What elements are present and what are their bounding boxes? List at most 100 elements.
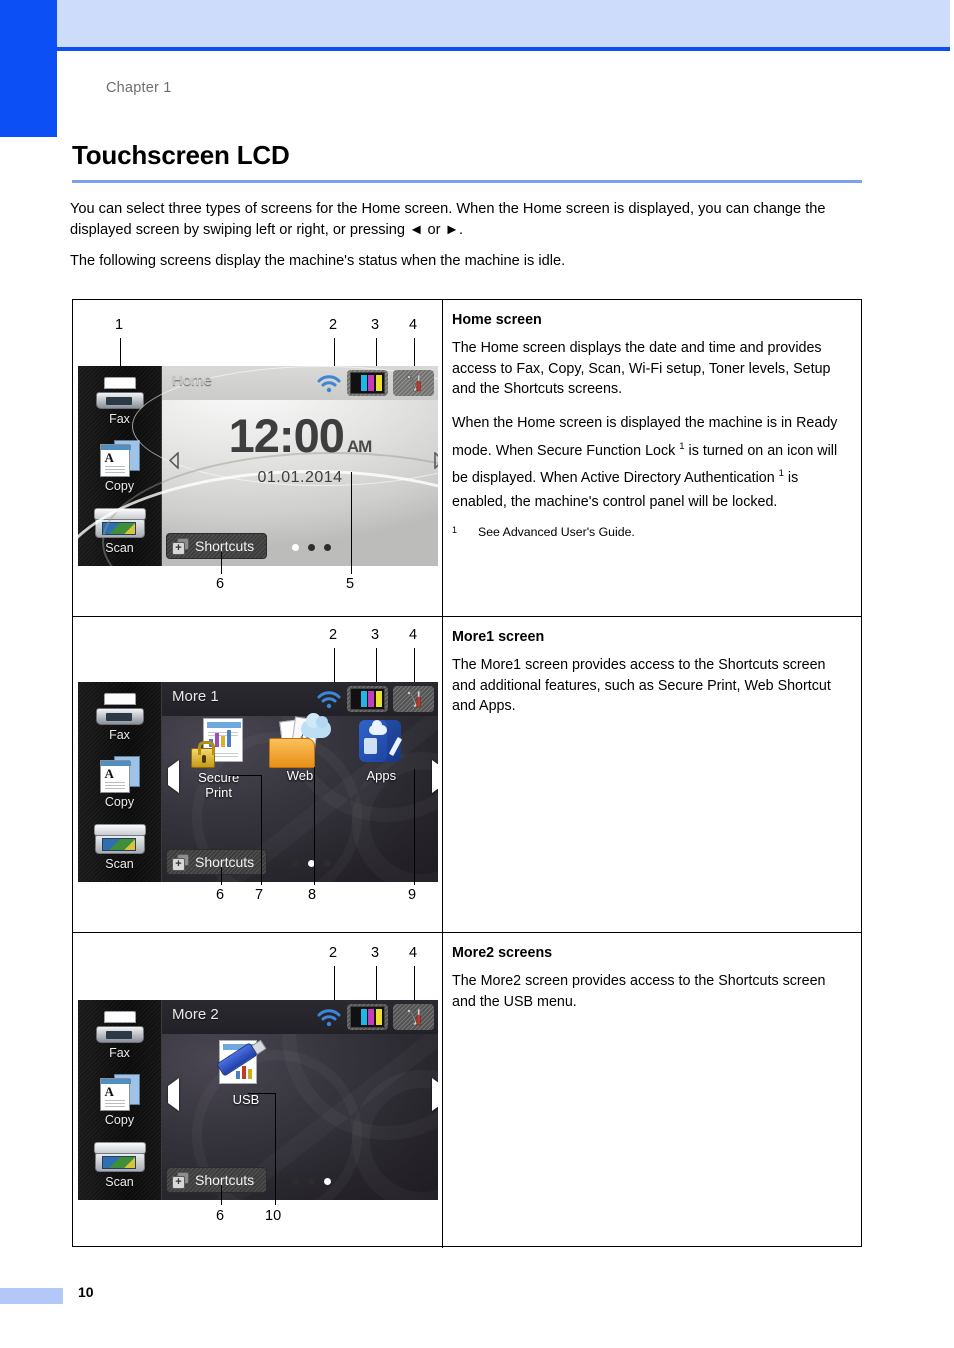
leader-line [248,1093,276,1095]
status-icon-row [316,686,434,712]
callout-6: 6 [216,887,225,903]
secure-print-icon [190,718,247,770]
sidebar-item-fax[interactable]: Fax [94,693,146,742]
sidebar-item-fax[interactable]: Fax [94,1011,146,1060]
status-icon-row [316,1004,434,1030]
callout-8: 8 [308,887,317,903]
callout-4: 4 [409,945,418,961]
scan-icon [93,1141,146,1174]
clock-display: 12:00 AM 01.01.2014 [162,412,438,487]
tile-label: Web [286,768,314,783]
wifi-icon[interactable] [316,372,342,394]
leader-line [414,966,416,1000]
sidebar-item-copy[interactable]: A Copy [99,440,140,494]
leader-line [334,338,336,368]
setup-wrench-screwdriver-icon[interactable] [393,686,434,712]
shortcuts-button[interactable]: + Shortcuts [166,533,268,559]
callout-4: 4 [409,627,418,643]
setup-wrench-screwdriver-icon[interactable] [393,370,434,396]
shortcuts-button-label: Shortcuts [195,854,255,870]
page-title: Touchscreen LCD [72,140,290,170]
app-tile-row: A USB [200,1039,424,1107]
copy-icon: A [99,756,140,794]
leader-line [261,775,263,885]
page-header-rule [57,47,950,51]
more1-screen-caption-cell: More1 screen The More1 screen provides a… [442,617,861,932]
page-header-band [57,0,950,47]
sidebar-item-scan[interactable]: Scan [93,823,146,871]
wifi-icon[interactable] [316,688,342,710]
leader-line [376,966,378,1000]
apps-icon [355,718,407,768]
callout-3: 3 [371,945,380,961]
callout-6: 6 [216,1208,225,1224]
intro-paragraph-2: The following screens display the machin… [70,253,566,269]
scan-icon [93,823,146,856]
fax-icon [94,1011,146,1045]
lcd-main-area: More 1 Secure Print Web Apps + Shortcuts [162,682,438,882]
app-tile-row: SecurePrint A Web [178,713,422,800]
callout-2: 2 [329,317,338,333]
caption-title: More1 screen [452,629,545,645]
more2-screen-caption-cell: More2 screens The More2 screen provides … [442,933,861,1248]
chapter-label: Chapter 1 [106,80,172,96]
more1-screen-lcd: Fax A Copy Scan More 1 Secure Print Web … [78,682,438,882]
page-indicator-dots [292,1178,331,1185]
toner-level-icon[interactable] [347,1004,388,1030]
callout-10: 10 [265,1208,282,1224]
leader-line [228,775,262,777]
caption-title: More2 screens [452,945,553,961]
callout-5: 5 [346,576,355,592]
caption-paragraph: The More2 screen provides access to the … [452,973,826,1010]
shortcuts-button[interactable]: + Shortcuts [166,849,268,875]
footnote-mark: 1 [452,525,458,536]
callout-4: 4 [409,317,418,333]
screens-table: 1 2 3 4 Fax A Copy Scan Home 12:00 AM 01… [72,299,862,1248]
shortcuts-button[interactable]: + Shortcuts [166,1167,268,1193]
sidebar-item-copy[interactable]: A Copy [99,1074,140,1127]
fax-icon [94,693,146,727]
leader-line [376,338,378,368]
footer-accent-bar [0,1288,63,1304]
leader-line [334,966,336,1000]
clock-time: 12:00 [228,409,345,462]
leader-line [414,338,416,368]
shortcuts-button-label: Shortcuts [195,538,255,554]
table-row: 2 3 4 Fax A [73,616,861,932]
leader-line [275,1093,277,1205]
wifi-icon[interactable] [316,1006,342,1028]
toner-bars [350,688,385,710]
more2-screen-lcd: Fax A Copy Scan More 2 USB + Shortcuts [78,1000,438,1200]
callout-2: 2 [329,627,338,643]
leader-line [351,472,353,574]
screen-title: More 2 [172,1006,219,1023]
tile-web[interactable]: A Web [259,713,340,800]
tile-apps[interactable]: Apps [341,718,422,800]
tile-usb[interactable]: A USB [200,1039,292,1107]
home-screen-lcd: Fax A Copy Scan Home 12:00 AM 01.01.2014… [78,366,438,566]
sidebar-item-scan[interactable]: Scan [93,1141,146,1189]
callout-6: 6 [216,576,225,592]
toner-level-icon[interactable] [347,370,388,396]
setup-wrench-screwdriver-icon[interactable] [393,1004,434,1030]
lcd-main-area: More 2 USB + Shortcuts [162,1000,438,1200]
table-row: 1 2 3 4 Fax A Copy Scan Home 12:00 AM 01… [73,300,861,616]
sidebar-item-label: Copy [104,479,135,494]
home-screen-caption-cell: Home screen The Home screen displays the… [442,300,861,616]
screen-title: More 1 [172,688,219,705]
lcd-side-panel: Fax A Copy Scan [78,1000,162,1200]
toner-level-icon[interactable] [347,686,388,712]
sidebar-item-copy[interactable]: A Copy [99,756,140,809]
more1-screen-figure-cell: 2 3 4 Fax A Copy Scan More 1 Secure Prin… [73,617,442,932]
sidebar-item-label: Fax [109,728,130,743]
callout-7: 7 [255,887,264,903]
more2-screen-figure-cell: 2 3 4 Fax A Copy Scan More 2 USB + Short… [73,933,442,1248]
shortcuts-add-icon: + [172,853,189,871]
leader-line [414,648,416,682]
leader-line [376,648,378,682]
sidebar-item-label: Fax [109,412,130,427]
leader-line [334,648,336,682]
home-screen-figure-cell: 1 2 3 4 Fax A Copy Scan Home 12:00 AM 01… [73,300,442,616]
callout-3: 3 [371,627,380,643]
tile-secure-print[interactable]: Secure Print [178,718,259,800]
